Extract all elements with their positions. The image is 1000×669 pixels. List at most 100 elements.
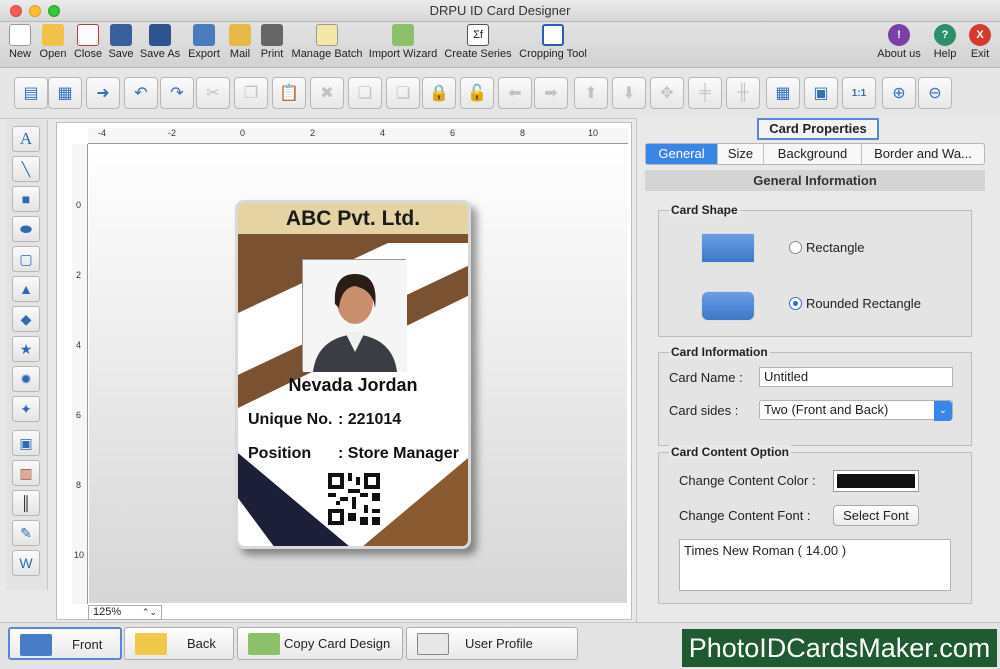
barcode-tool[interactable]: ║ <box>12 490 40 516</box>
layer-front-icon: ❏ <box>357 85 373 102</box>
title-bar: DRPU ID Card Designer <box>0 0 1000 22</box>
window-close-button[interactable] <box>10 5 22 17</box>
paste-button[interactable]: 📋 <box>272 77 306 109</box>
window-zoom-button[interactable] <box>48 5 60 17</box>
export-image-button[interactable]: ➜ <box>86 77 120 109</box>
position-value[interactable]: : Store Manager <box>338 445 459 463</box>
undo-button[interactable]: ↶ <box>124 77 158 109</box>
rectangle-tool[interactable]: ■ <box>12 186 40 212</box>
save-as-button[interactable]: Save As <box>138 24 182 60</box>
qr-code-icon[interactable] <box>328 473 380 525</box>
align-horizontal-button[interactable]: ╪ <box>688 77 722 109</box>
export-button[interactable]: Export <box>186 24 222 60</box>
arrow-right-icon: ➡ <box>544 85 558 102</box>
text-icon: A <box>19 129 33 148</box>
cross-star-tool[interactable]: ✦ <box>12 396 40 422</box>
user-profile-button[interactable]: User Profile <box>406 627 578 660</box>
rounded-rectangle-radio-label[interactable]: Rounded Rectangle <box>806 296 921 311</box>
signature-tool[interactable]: ✎ <box>12 520 40 546</box>
star-icon: ★ <box>19 340 33 357</box>
content-color-swatch[interactable] <box>833 470 919 492</box>
mail-button[interactable]: Mail <box>226 24 254 60</box>
cropping-tool-button[interactable]: Cropping Tool <box>518 24 588 60</box>
center-button[interactable]: ✥ <box>650 77 684 109</box>
unique-no-label[interactable]: Unique No. <box>248 411 332 429</box>
image-tool[interactable]: ▣ <box>12 430 40 456</box>
unique-no-value[interactable]: : 221014 <box>338 411 401 429</box>
exit-button[interactable]: X Exit <box>966 24 994 60</box>
zoom-in-icon: ⊕ <box>892 85 906 102</box>
rectangle-radio-label[interactable]: Rectangle <box>806 240 865 255</box>
star-tool[interactable]: ★ <box>12 336 40 362</box>
horizontal-ruler: -4 -2 0 2 4 6 8 10 <box>88 128 628 144</box>
tab-border-watermark[interactable]: Border and Wa... <box>862 144 984 164</box>
triangle-tool[interactable]: ▲ <box>12 276 40 302</box>
rounded-rectangle-tool[interactable]: ▢ <box>12 246 40 272</box>
move-left-button[interactable]: ⬅ <box>498 77 532 109</box>
select-font-button[interactable]: Select Font <box>833 505 919 526</box>
grid-button[interactable]: ▦ <box>766 77 800 109</box>
save-icon <box>110 24 132 46</box>
cut-button[interactable]: ✂ <box>196 77 230 109</box>
bring-front-button[interactable]: ❏ <box>348 77 382 109</box>
unlock-button[interactable]: 🔓 <box>460 77 494 109</box>
card-shape-group: Card Shape Rectangle Rounded Rectangle <box>658 203 972 337</box>
watermark-tool[interactable]: W <box>12 550 40 576</box>
move-up-button[interactable]: ⬆ <box>574 77 608 109</box>
rectangle-radio[interactable] <box>789 241 802 254</box>
diamond-tool[interactable]: ◆ <box>12 306 40 332</box>
delete-button[interactable]: ✖ <box>310 77 344 109</box>
import-wizard-button[interactable]: Import Wizard <box>368 24 438 60</box>
rounded-rectangle-shape-preview[interactable] <box>701 291 755 321</box>
lock-button[interactable]: 🔒 <box>422 77 456 109</box>
card-photo[interactable] <box>302 259 407 372</box>
copy-button[interactable]: ❐ <box>234 77 268 109</box>
open-button[interactable]: Open <box>38 24 68 60</box>
manage-batch-button[interactable]: Manage Batch <box>290 24 364 60</box>
tab-size[interactable]: Size <box>718 144 764 164</box>
save-button[interactable]: Save <box>106 24 136 60</box>
actual-size-button[interactable]: 1:1 <box>842 77 876 109</box>
new-button[interactable]: New <box>6 24 34 60</box>
card-name-input[interactable]: Untitled <box>759 367 953 387</box>
image-properties-button[interactable]: ▦ <box>48 77 82 109</box>
ruler-icon: ▣ <box>813 85 829 102</box>
rectangle-shape-preview[interactable] <box>701 233 755 263</box>
back-button[interactable]: Back <box>124 627 234 660</box>
burst-icon: ✹ <box>20 370 32 387</box>
person-photo-icon <box>303 260 407 372</box>
send-back-button[interactable]: ❏ <box>386 77 420 109</box>
card-company-name[interactable]: ABC Pvt. Ltd. <box>238 203 468 234</box>
window-minimize-button[interactable] <box>29 5 41 17</box>
create-series-button[interactable]: Σf Create Series <box>444 24 512 60</box>
tab-general[interactable]: General <box>646 144 718 164</box>
image-icon: ▣ <box>19 434 33 451</box>
copy-card-design-button[interactable]: Copy Card Design <box>237 627 403 660</box>
line-tool[interactable]: ╲ <box>12 156 40 182</box>
card-sides-select[interactable]: Two (Front and Back) ⌄ <box>759 400 953 421</box>
triangle-icon: ▲ <box>19 281 33 297</box>
id-card-front[interactable]: ABC Pvt. Ltd. Nevada Jordan Unique No. :… <box>235 200 471 549</box>
text-tool[interactable]: A <box>12 126 40 152</box>
zoom-level-field[interactable]: 125% ⌃⌄ <box>88 605 162 620</box>
library-tool[interactable]: ▥ <box>12 460 40 486</box>
zoom-out-button[interactable]: ⊖ <box>918 77 952 109</box>
ruler-button[interactable]: ▣ <box>804 77 838 109</box>
ellipse-tool[interactable]: ⬬ <box>12 216 40 242</box>
move-down-button[interactable]: ⬇ <box>612 77 646 109</box>
burst-tool[interactable]: ✹ <box>12 366 40 392</box>
align-vertical-button[interactable]: ╫ <box>726 77 760 109</box>
close-button[interactable]: Close <box>72 24 104 60</box>
move-right-button[interactable]: ➡ <box>534 77 568 109</box>
front-button[interactable]: Front <box>8 627 122 660</box>
tab-background[interactable]: Background <box>764 144 862 164</box>
about-us-button[interactable]: ! About us <box>876 24 922 60</box>
redo-button[interactable]: ↷ <box>160 77 194 109</box>
print-button[interactable]: Print <box>258 24 286 60</box>
position-label[interactable]: Position <box>248 445 311 463</box>
rounded-rectangle-radio[interactable] <box>789 297 802 310</box>
properties-button[interactable]: ▤ <box>14 77 48 109</box>
help-button[interactable]: ? Help <box>930 24 960 60</box>
zoom-in-button[interactable]: ⊕ <box>882 77 916 109</box>
card-person-name[interactable]: Nevada Jordan <box>238 375 468 396</box>
